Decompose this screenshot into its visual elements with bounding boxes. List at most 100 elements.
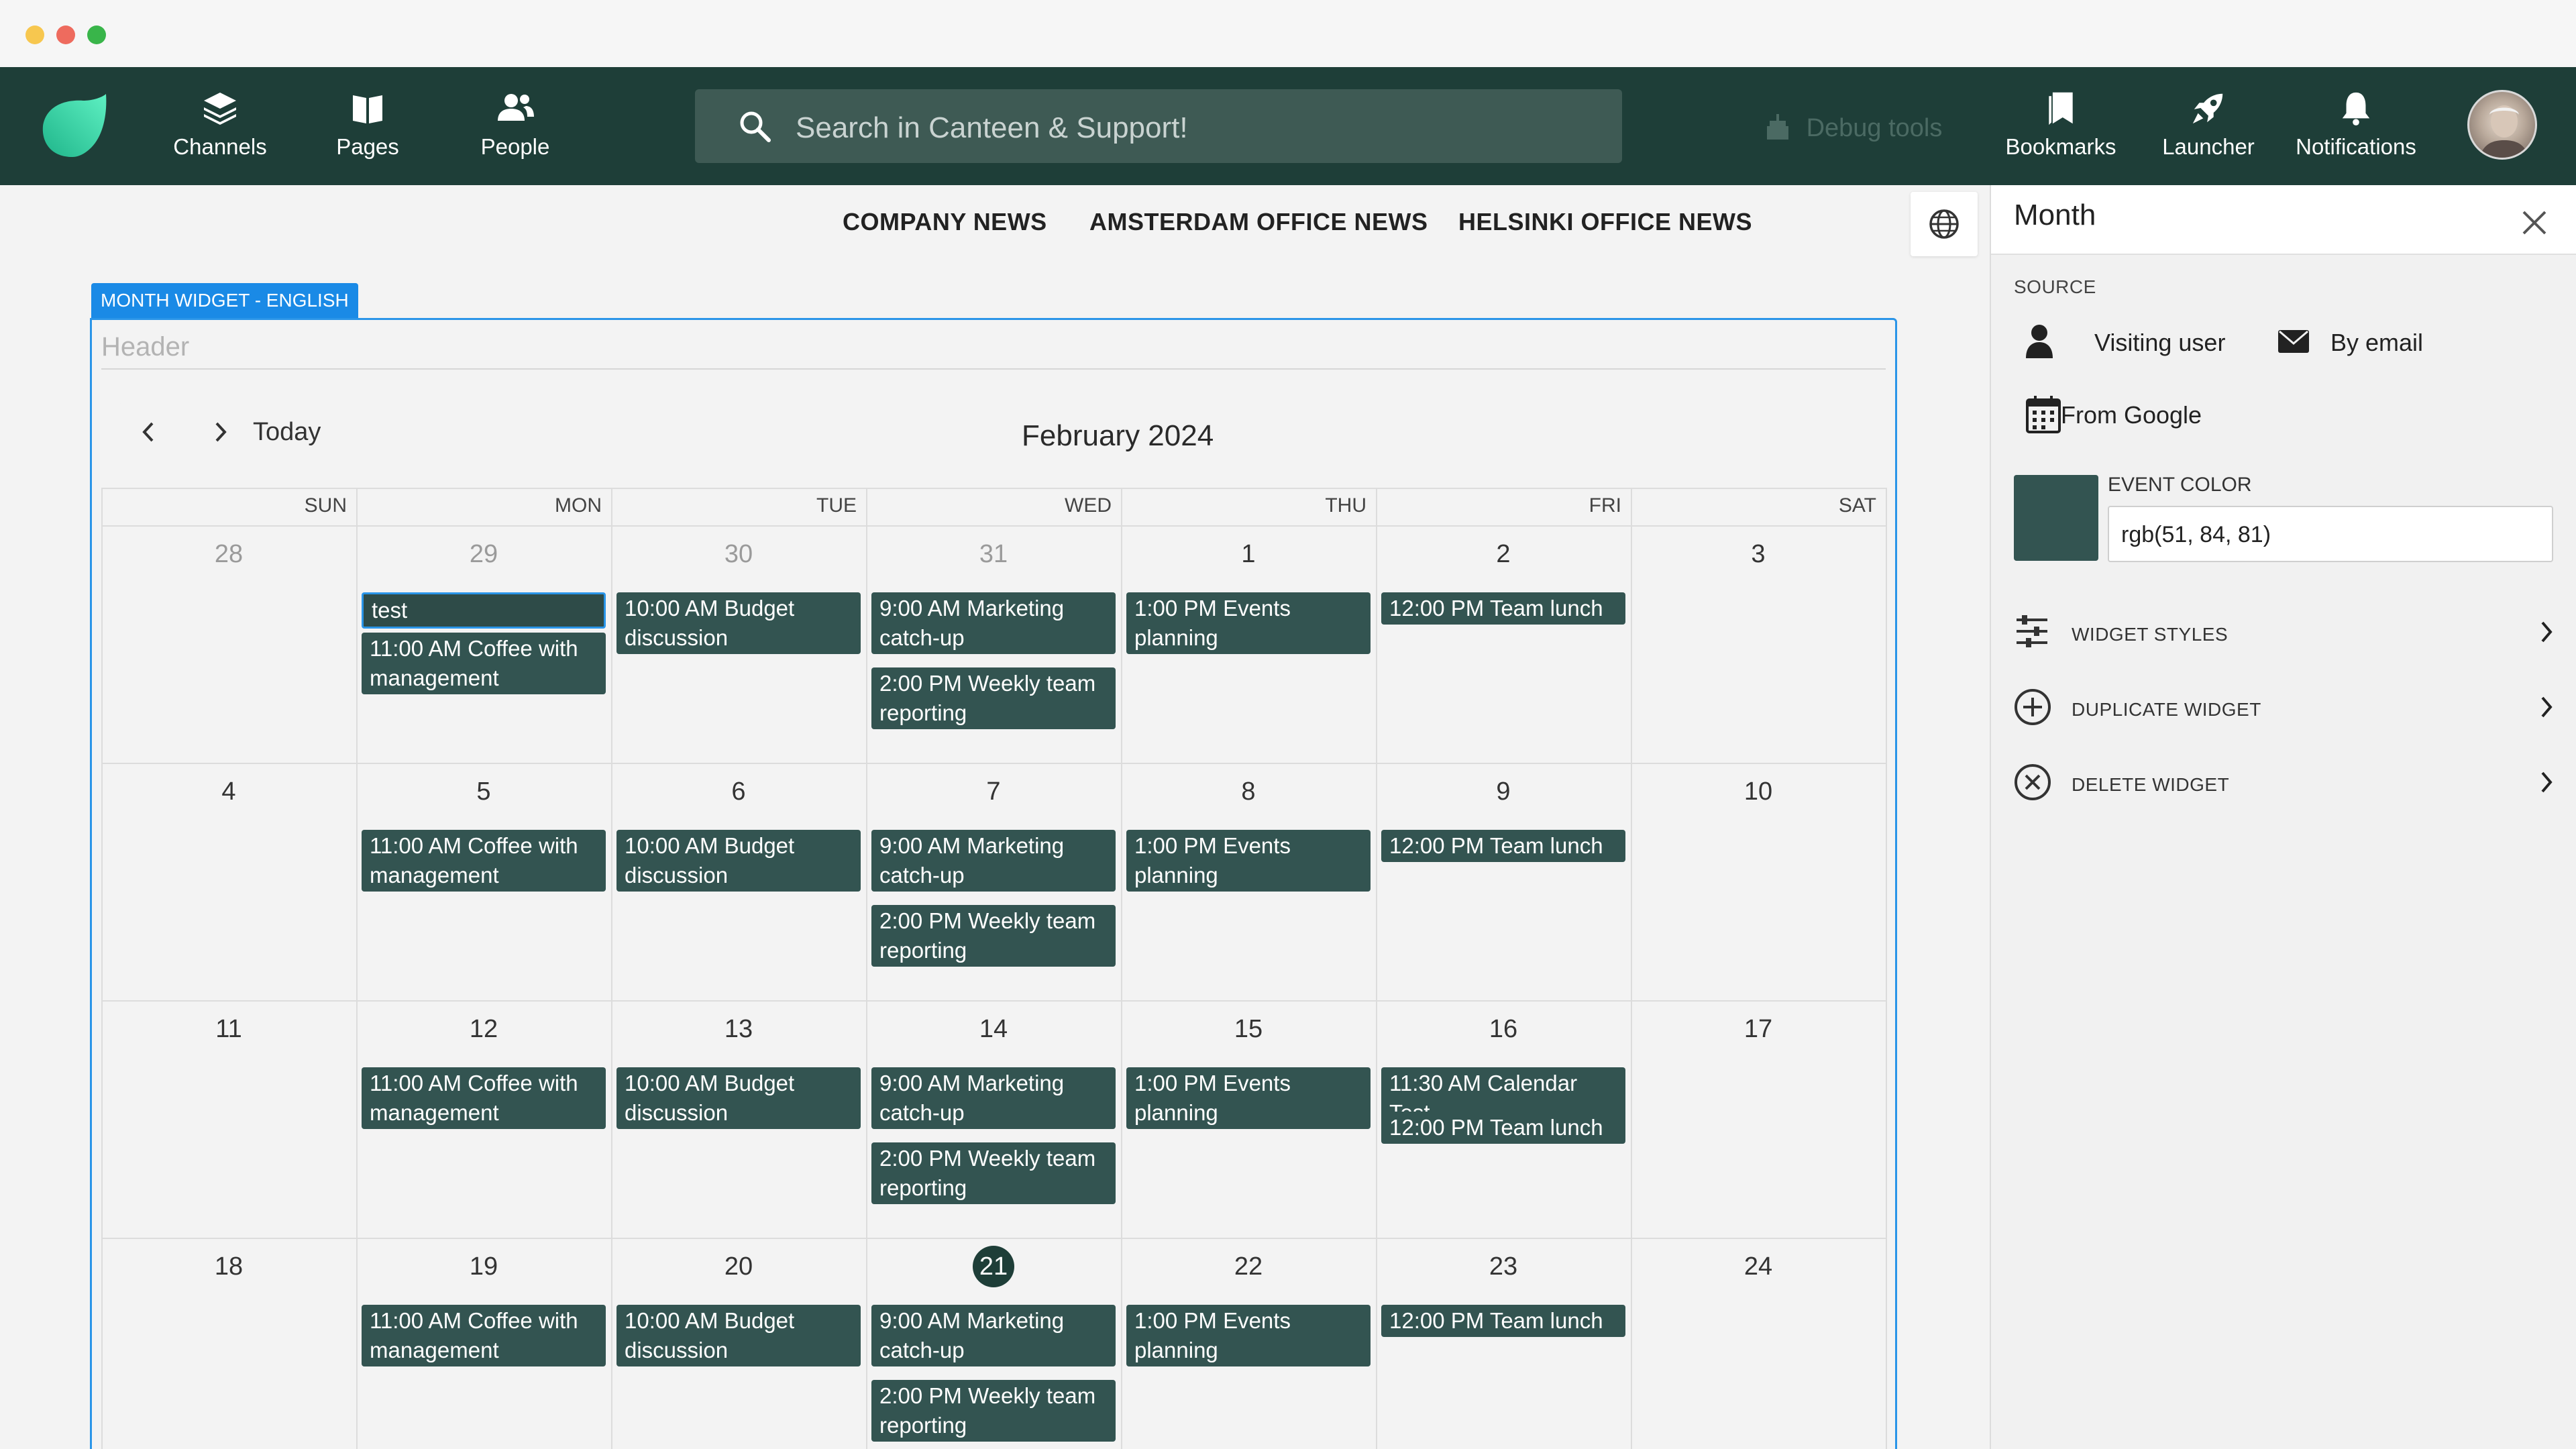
app-logo-icon[interactable]: [39, 94, 109, 158]
calendar-event[interactable]: 11:00 AM Coffee with management: [362, 633, 606, 694]
calendar-day-cell[interactable]: 31 9:00 AM Marketing catch-up 2:00 PM Week…: [866, 525, 1121, 763]
calendar-day-cell[interactable]: 10: [1631, 763, 1886, 1000]
calendar-day-cell[interactable]: 8 1:00 PM Events planning: [1121, 763, 1376, 1000]
prev-month-button[interactable]: [119, 402, 179, 462]
calendar-event[interactable]: test: [362, 592, 606, 629]
nav-people[interactable]: People: [448, 90, 582, 164]
source-by-email[interactable]: By email: [2277, 322, 2478, 362]
calendar-event[interactable]: 2:00 PM Weekly team reporting: [871, 1142, 1116, 1204]
calendar-day-cell[interactable]: 21 9:00 AM Marketing catch-up 2:00 PM Week…: [866, 1238, 1121, 1449]
calendar-day-cell[interactable]: 12 11:00 AM Coffee with management: [356, 1000, 611, 1238]
calendar-day-cell[interactable]: 3: [1631, 525, 1886, 763]
calendar-day-cell[interactable]: 19 11:00 AM Coffee with management: [356, 1238, 611, 1449]
calendar-event[interactable]: 9:00 AM Marketing catch-up: [871, 1305, 1116, 1366]
calendar-day-cell[interactable]: 4: [101, 763, 356, 1000]
calendar-event[interactable]: 2:00 PM Weekly team reporting: [871, 905, 1116, 967]
calendar-day-cell[interactable]: 1 1:00 PM Events planning: [1121, 525, 1376, 763]
event-color-swatch[interactable]: [2014, 475, 2098, 561]
day-number-text: 1: [1241, 540, 1256, 568]
calendar-event[interactable]: 10:00 AM Budget discussion: [616, 1305, 861, 1366]
calendar-event[interactable]: 11:00 AM Coffee with management: [362, 830, 606, 892]
day-number: 8: [1121, 777, 1376, 806]
calendar-day-cell[interactable]: 22 1:00 PM Events planning: [1121, 1238, 1376, 1449]
nav-bookmarks[interactable]: Bookmarks: [1994, 90, 2128, 164]
calendar-day-cell[interactable]: 24: [1631, 1238, 1886, 1449]
day-number-text: 17: [1743, 1015, 1773, 1043]
nav-channels[interactable]: Channels: [153, 90, 287, 164]
calendar-event[interactable]: 12:00 PM Team lunch: [1381, 1112, 1625, 1144]
nav-launcher[interactable]: Launcher: [2141, 90, 2275, 164]
calendar-day-cell[interactable]: 23 12:00 PM Team lunch: [1376, 1238, 1631, 1449]
minimize-window-button[interactable]: [25, 25, 44, 44]
day-number: 11: [101, 1015, 356, 1044]
calendar-day-cell[interactable]: 13 10:00 AM Budget discussion: [611, 1000, 866, 1238]
calendar-day-cell[interactable]: 6 10:00 AM Budget discussion: [611, 763, 866, 1000]
close-window-button[interactable]: [56, 25, 75, 44]
calendar-event[interactable]: 10:00 AM Budget discussion: [616, 592, 861, 654]
source-visiting-user[interactable]: Visiting user: [2025, 322, 2226, 362]
calendar-day-cell[interactable]: 28: [101, 525, 356, 763]
calendar-day-cell[interactable]: 7 9:00 AM Marketing catch-up 2:00 PM Weekl…: [866, 763, 1121, 1000]
day-number: 16: [1376, 1015, 1631, 1044]
calendar-day-cell[interactable]: 1611:30 AM Calendar Test12:00 PM Team lu…: [1376, 1000, 1631, 1238]
calendar-event[interactable]: 1:00 PM Events planning: [1126, 830, 1371, 892]
calendar-event[interactable]: 12:00 PM Team lunch: [1381, 592, 1625, 625]
maximize-window-button[interactable]: [87, 25, 106, 44]
sliders-icon: [2014, 613, 2050, 653]
calendar-day-cell[interactable]: 15 1:00 PM Events planning: [1121, 1000, 1376, 1238]
source-from-google[interactable]: From Google: [2025, 394, 2226, 435]
user-avatar[interactable]: [2467, 90, 2537, 160]
calendar-event[interactable]: 10:00 AM Budget discussion: [616, 830, 861, 892]
calendar-event[interactable]: 9:00 AM Marketing catch-up: [871, 592, 1116, 654]
calendar-event[interactable]: 1:00 PM Events planning: [1126, 1067, 1371, 1129]
today-button[interactable]: Today: [253, 418, 321, 447]
day-number-text: 2: [1496, 540, 1511, 568]
widget-styles-label: WIDGET STYLES: [2072, 624, 2229, 645]
calendar-day-cell[interactable]: 9 12:00 PM Team lunch: [1376, 763, 1631, 1000]
calendar-day-cell[interactable]: 14 9:00 AM Marketing catch-up 2:00 PM Week…: [866, 1000, 1121, 1238]
calendar-day-cell[interactable]: 5 11:00 AM Coffee with management: [356, 763, 611, 1000]
plus-circle-icon: [2014, 688, 2051, 729]
day-number: 10: [1631, 777, 1886, 806]
calendar-event[interactable]: 11:00 AM Coffee with management: [362, 1067, 606, 1129]
calendar-event[interactable]: 9:00 AM Marketing catch-up: [871, 830, 1116, 892]
language-button[interactable]: [1911, 192, 1978, 256]
debug-tools-button[interactable]: Debug tools: [1764, 111, 1942, 148]
calendar-event[interactable]: 1:00 PM Events planning: [1126, 1305, 1371, 1366]
close-panel-button[interactable]: [2521, 209, 2548, 239]
calendar-day-cell[interactable]: 30 10:00 AM Budget discussion: [611, 525, 866, 763]
calendar-day-cell[interactable]: 2 12:00 PM Team lunch: [1376, 525, 1631, 763]
calendar-day-cell[interactable]: 18: [101, 1238, 356, 1449]
calendar-event[interactable]: 12:00 PM Team lunch: [1381, 830, 1625, 862]
search-placeholder: Search in Canteen & Support!: [796, 111, 1188, 144]
day-of-week-label: SUN: [304, 494, 347, 517]
event-color-input[interactable]: rgb(51, 84, 81): [2108, 506, 2553, 562]
calendar-day-cell[interactable]: 29 test 11:00 AM Coffee with management: [356, 525, 611, 763]
tab-helsinki-office-news[interactable]: HELSINKI OFFICE NEWS: [1458, 208, 1752, 236]
calendar-event[interactable]: 1:00 PM Events planning: [1126, 592, 1371, 654]
duplicate-widget-button[interactable]: DUPLICATE WIDGET: [2014, 683, 2555, 730]
nav-notifications-label: Notifications: [2296, 134, 2416, 159]
calendar-day-cell[interactable]: 11: [101, 1000, 356, 1238]
widget-styles-button[interactable]: WIDGET STYLES: [2014, 608, 2555, 655]
search-bar[interactable]: Search in Canteen & Support!: [695, 89, 1622, 163]
calendar-event[interactable]: 2:00 PM Weekly team reporting: [871, 667, 1116, 729]
calendar-event[interactable]: 10:00 AM Budget discussion: [616, 1067, 861, 1129]
calendar-event[interactable]: 12:00 PM Team lunch: [1381, 1305, 1625, 1337]
widget-header-input[interactable]: Header: [101, 332, 189, 362]
nav-notifications[interactable]: Notifications: [2289, 90, 2423, 164]
calendar-event[interactable]: 9:00 AM Marketing catch-up: [871, 1067, 1116, 1129]
delete-widget-button[interactable]: DELETE WIDGET: [2014, 758, 2555, 805]
widget-tag[interactable]: MONTH WIDGET - ENGLISH: [91, 283, 358, 318]
calendar-day-cell[interactable]: 20 10:00 AM Budget discussion: [611, 1238, 866, 1449]
month-widget[interactable]: Header Today February 2024 SUN MON TUE WED T…: [90, 318, 1897, 1449]
calendar-day-cell[interactable]: 17: [1631, 1000, 1886, 1238]
day-number-text: 3: [1751, 540, 1766, 568]
nav-pages[interactable]: Pages: [301, 90, 435, 164]
calendar-event[interactable]: 11:00 AM Coffee with management: [362, 1305, 606, 1366]
tab-amsterdam-office-news[interactable]: AMSTERDAM OFFICE NEWS: [1089, 208, 1428, 236]
next-month-button[interactable]: [190, 402, 250, 462]
day-number-text: 14: [979, 1015, 1008, 1043]
calendar-event[interactable]: 2:00 PM Weekly team reporting: [871, 1380, 1116, 1442]
tab-company-news[interactable]: COMPANY NEWS: [843, 208, 1047, 236]
